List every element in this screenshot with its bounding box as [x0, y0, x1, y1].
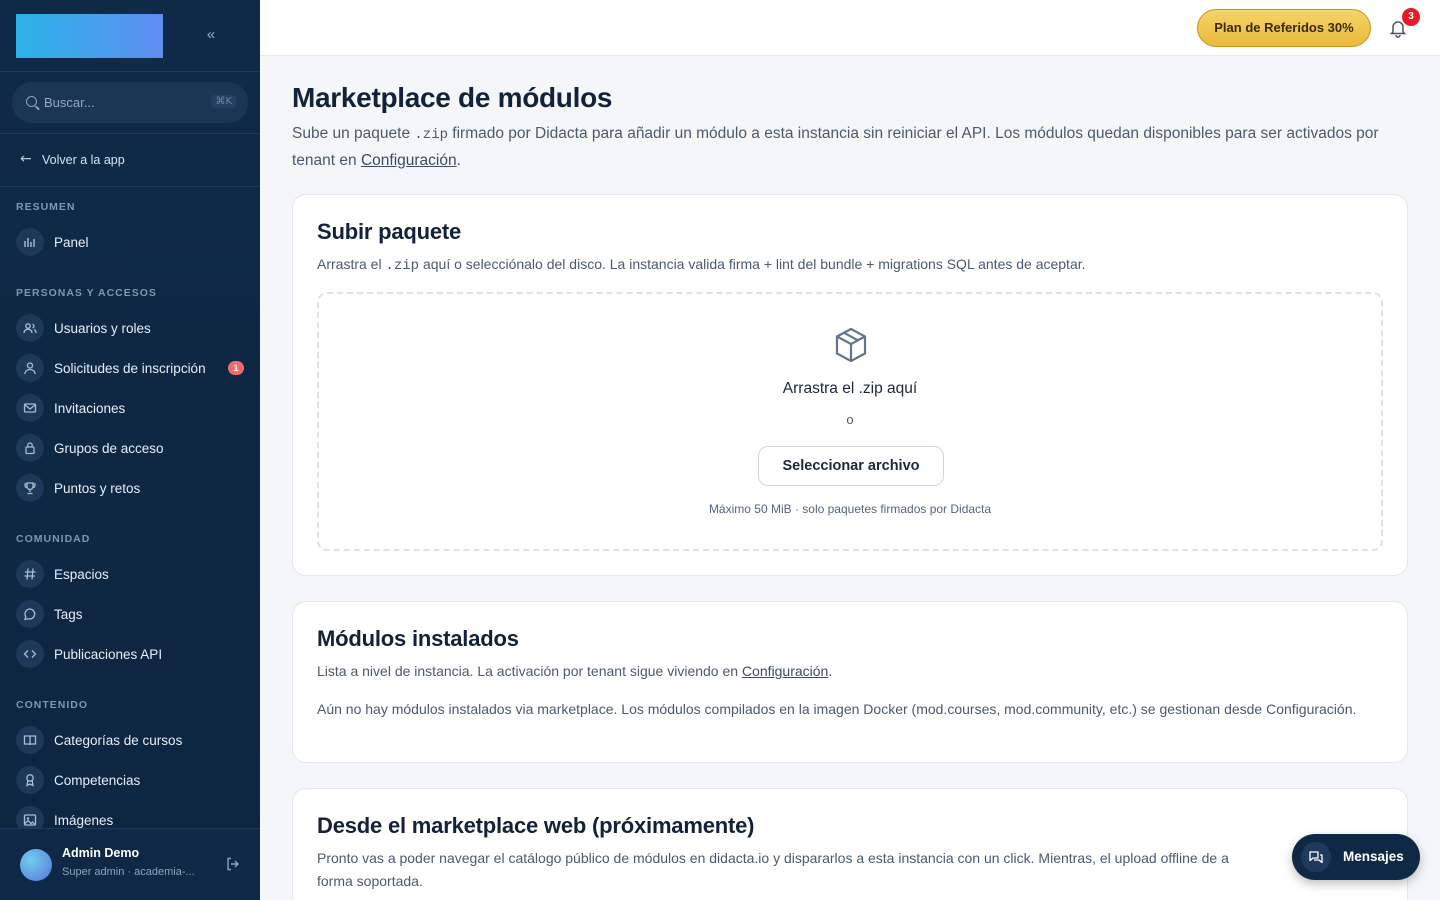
avatar: [20, 849, 52, 881]
search-shortcut: ⌘K: [211, 95, 236, 108]
search-icon: [26, 96, 37, 107]
sidebar-header: «: [0, 0, 260, 72]
chat-icon: [16, 600, 44, 628]
top-bar: Plan de Referidos 30% 3: [260, 0, 1440, 56]
installed-modules-card: Módulos instalados Lista a nivel de inst…: [292, 601, 1408, 763]
lock-icon: [16, 434, 44, 462]
page-subtitle: Sube un paquete .zip firmado por Didacta…: [292, 121, 1402, 173]
sidebar: « ⌘K ← Volver a la app RESUMEN Panel PER…: [0, 0, 260, 900]
web-marketplace-description-line2: forma soportada.: [317, 873, 423, 889]
code-icon: [16, 640, 44, 668]
configuracion-link[interactable]: Configuración: [361, 152, 457, 169]
search-input[interactable]: [44, 92, 204, 113]
sidebar-item-label: Competencias: [54, 773, 141, 788]
sidebar-item-label: Espacios: [54, 567, 109, 582]
sidebar-item-label: Panel: [54, 235, 89, 250]
user-profile[interactable]: Admin Demo Super admin · academia-...: [0, 828, 260, 900]
mail-icon: [16, 394, 44, 422]
sidebar-item-usuarios[interactable]: Usuarios y roles: [16, 312, 248, 344]
notifications-badge: 3: [1402, 8, 1420, 26]
users-icon: [16, 314, 44, 342]
installed-empty-state: Aún no hay módulos instalados via market…: [317, 701, 1357, 717]
upload-desc-text: aquí o selecciónalo del disco. La instan…: [419, 256, 1086, 272]
chart-icon: [16, 228, 44, 256]
page-subtitle-end: .: [456, 152, 461, 169]
upload-card-description: Arrastra el .zip aquí o selecciónalo del…: [317, 254, 1387, 276]
page-title: Marketplace de módulos: [292, 82, 613, 113]
web-marketplace-title: Desde el marketplace web (próximamente): [317, 813, 755, 838]
section-title-personas: PERSONAS Y ACCESOS: [16, 287, 157, 299]
section-title-contenido: CONTENIDO: [16, 699, 88, 711]
brand-logo[interactable]: [16, 14, 163, 58]
section-title-resumen: RESUMEN: [16, 201, 76, 213]
user-icon: [16, 354, 44, 382]
collapse-sidebar-icon[interactable]: «: [200, 24, 222, 46]
sidebar-item-label: Solicitudes de inscripción: [54, 361, 206, 376]
sidebar-item-puntos[interactable]: Puntos y retos: [16, 472, 248, 504]
referral-plan-button[interactable]: Plan de Referidos 30%: [1197, 9, 1371, 47]
sidebar-search-area: ⌘K: [0, 72, 260, 134]
messages-button[interactable]: Mensajes: [1292, 834, 1420, 880]
user-name: Admin Demo: [62, 846, 140, 860]
main-content: Marketplace de módulos Sube un paquete .…: [260, 56, 1440, 900]
book-icon: [16, 726, 44, 754]
sidebar-item-label: Usuarios y roles: [54, 321, 151, 336]
sidebar-item-label: Invitaciones: [54, 401, 126, 416]
sidebar-item-label: Categorías de cursos: [54, 733, 183, 748]
zip-code-text: .zip: [385, 258, 420, 274]
page-subtitle-text: Sube un paquete: [292, 125, 415, 142]
sidebar-item-panel[interactable]: Panel: [16, 226, 248, 258]
file-dropzone[interactable]: Arrastra el .zip aquí o Seleccionar arch…: [317, 292, 1383, 551]
installed-card-title: Módulos instalados: [317, 626, 519, 651]
sidebar-item-tags[interactable]: Tags: [16, 598, 248, 630]
installed-desc-text: Lista a nivel de instancia. La activació…: [317, 663, 742, 679]
dropzone-hint: Máximo 50 MiB · solo paquetes firmados p…: [708, 502, 992, 516]
select-file-button[interactable]: Seleccionar archivo: [758, 446, 944, 486]
sidebar-item-espacios[interactable]: Espacios: [16, 558, 248, 590]
user-role: Super admin · academia-...: [62, 866, 195, 878]
sidebar-item-label: Puntos y retos: [54, 481, 141, 496]
trophy-icon: [16, 474, 44, 502]
sidebar-item-publicaciones-api[interactable]: Publicaciones API: [16, 638, 248, 670]
sidebar-item-label: Tags: [54, 607, 83, 622]
web-marketplace-card: Desde el marketplace web (próximamente) …: [292, 788, 1408, 900]
sidebar-item-label: Imágenes: [54, 813, 114, 828]
sidebar-item-label: Grupos de acceso: [54, 441, 164, 456]
section-title-comunidad: COMUNIDAD: [16, 533, 91, 545]
sidebar-item-label: Publicaciones API: [54, 647, 163, 662]
installed-desc-end: .: [828, 663, 833, 679]
sidebar-item-solicitudes[interactable]: Solicitudes de inscripción 1: [16, 352, 248, 384]
back-to-app-label: Volver a la app: [42, 153, 125, 167]
sidebar-item-invitaciones[interactable]: Invitaciones: [16, 392, 248, 424]
pending-requests-badge: 1: [228, 361, 244, 375]
sidebar-item-competencias[interactable]: Competencias: [16, 764, 248, 796]
logout-icon[interactable]: [225, 856, 241, 872]
hash-icon: [16, 560, 44, 588]
upload-card-title: Subir paquete: [317, 219, 462, 244]
arrow-left-icon: ←: [20, 151, 32, 167]
sidebar-item-categorias[interactable]: Categorías de cursos: [16, 724, 248, 756]
upload-desc-text: Arrastra el: [317, 256, 386, 272]
dropzone-title: Arrastra el .zip aquí: [782, 380, 918, 397]
award-icon: [16, 766, 44, 794]
sidebar-item-grupos[interactable]: Grupos de acceso: [16, 432, 248, 464]
back-to-app-link[interactable]: ← Volver a la app: [0, 134, 260, 187]
dropzone-or: o: [846, 412, 854, 427]
configuracion-link[interactable]: Configuración: [742, 663, 828, 679]
search-box: ⌘K: [12, 82, 248, 123]
messages-icon: [1301, 842, 1331, 872]
installed-card-description: Lista a nivel de instancia. La activació…: [317, 661, 1387, 681]
upload-package-card: Subir paquete Arrastra el .zip aquí o se…: [292, 194, 1408, 576]
web-marketplace-description: Pronto vas a poder navegar el catálogo p…: [317, 850, 1229, 866]
package-icon: [832, 326, 870, 364]
zip-code-text: .zip: [414, 127, 448, 143]
messages-label: Mensajes: [1343, 849, 1404, 864]
